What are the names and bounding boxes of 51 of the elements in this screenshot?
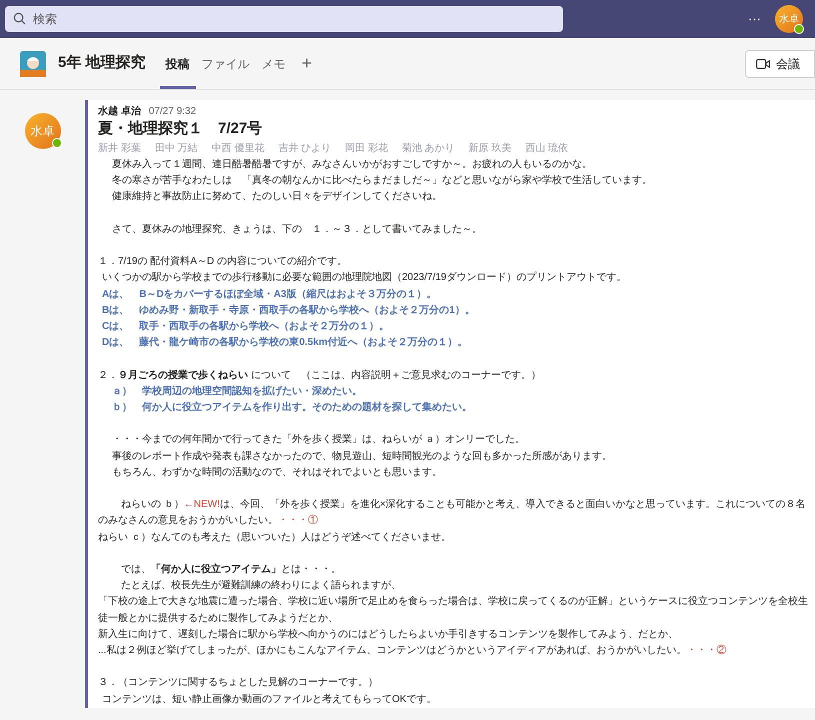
add-tab-button[interactable]: + [302,50,312,77]
video-camera-icon [756,58,770,68]
author-name: 水越 卓治 [98,104,141,119]
mention-name[interactable]: 吉井 ひより [278,140,332,156]
mention-name[interactable]: 田中 万結 [154,140,198,156]
message-line: ...私は２例ほど挙げてしまったが、ほかにもこんなアイテム、コンテンツはどうかというアイディアがあれば、おうかがいしたい。・・・② [98,644,728,658]
channel-title: 5年 地理探究 [58,53,146,74]
channel-tab[interactable]: ファイル [196,38,256,89]
message-line: 冬の寒さが苦手なわたしは 「真冬の朝なんかに比べたらまだましだ～」などと思いながら家や学校で生活しています。 [111,174,653,188]
message-line: ｂ） 何か人に役立つアイテムを作り出す。そのための題材を探して集めたい。 [111,400,473,415]
message-line: Aは、 B～Dをカバーするほぼ全域・A3版（縮尺はおよそ３万分の１）。 [101,288,438,302]
message-line: Cは、 取手・西取手の各駅から学校へ（およそ２万分の１）。 [101,320,390,334]
message-line: ａ） 学校周辺の地理空間認知を拡げたい・深めたい。 [111,384,363,399]
author-avatar[interactable]: 水卓 [24,113,60,149]
message-line: ２．９月ごろの授業で歩くねらい について （ここは、内容説明＋ご意見求むのコーナーです。） [98,368,542,383]
mention-name[interactable]: 岡田 彩花 [345,140,388,156]
search-field[interactable]: 検索 [5,6,563,32]
message-line: Bは、 ゆめみ野・新取手・寺原・西取手の各駅から学校へ（およそ２万分の1）。 [101,303,476,318]
message-line: 新入生に向けて、遅刻した場合に駅から学校へ向かうのにはどうしたらよいか手引きするコンテンツを製作してみよう、だとか、 [98,628,679,642]
message-line: では、「何か人に役立つアイテム」とは・・・。 [120,562,342,577]
message-line: 夏休み入って１週間、連日酷暑酷暑ですが、みなさんいかがおすごしですか～。お疲れの人もいるのかな。 [111,158,593,172]
message-line: ねらい ｃ）なんてのも考えた（思いついた）人はどうぞ述べてくださいませ。 [98,530,452,545]
presence-icon [794,24,804,34]
message-line: もちろん、わずかな時間の活動なので、それはそれでよいとも思います。 [111,466,443,480]
meeting-button[interactable]: 会議 [745,50,815,78]
channel-tab[interactable]: メモ [256,38,292,89]
user-avatar[interactable]: 水卓 [775,5,803,33]
message-line: コンテンツは、短い静止画像か動画のファイルと考えてもらってOKです。 [101,692,438,707]
message-line: いくつかの駅から学校までの歩行移動に必要な範囲の地理院地図（2023/7/19ダウンロード）のプリントアウトです。 [101,270,628,286]
message-line: ・・・今までの何年間かで行ってきた「外を歩く授業」は、ねらいが ａ）オンリーでした。 [111,432,526,448]
mention-name[interactable]: 中西 優里花 [212,140,264,156]
message-line: １．7/19の 配付資料A～D の内容についての紹介です。 [98,254,348,270]
more-options-button[interactable]: ··· [748,9,761,29]
post-time: 07/27 9:32 [148,105,196,119]
mention-name[interactable]: 新原 玖美 [468,140,512,156]
message-line: 「下校の途上で大きな地震に遭った場合、学校に近い場所で足止めを食らった場合は、学校に戻ってくるのが正解」というケースに役立つコンテンツを全校生徒一般とかに提供するために製作してみようだとか、 [98,594,809,626]
message-line: たとえば、校長先生が避難訓練の終わりによく語られますが、 [120,578,402,594]
presence-icon [52,138,62,148]
message-line: 健康維持と事故防止に努めて、たのしい日々をデザインしてくださいね。 [111,190,443,204]
message-line: さて、夏休みの地理探究、きょうは、下の １．～３．として書いてみました～。 [111,222,483,237]
mention-name[interactable]: 菊池 あかり [402,140,455,156]
search-icon [13,12,26,25]
mention-name[interactable]: 西山 琉依 [525,140,568,156]
message-line: Dは、 藤代・龍ケ崎市の各駅から学校の東0.5km付近へ（およそ２万分の１）。 [101,335,469,350]
message-line: ３．（コンテンツに関するちょとした見解のコーナーです。） [98,676,379,690]
team-avatar-drawing [20,50,46,76]
mention-name[interactable]: 新井 彩葉 [98,140,141,156]
message-line: ねらいの ｂ）←NEW!は、今回、「外を歩く授業」を進化×深化することも可能かと考え、導入できると面白いかなと思っています。これについての８名のみなさんの意見をおうかがいしたい。・・・① [98,498,807,528]
post-title: 夏・地理探究１ 7/27号 [98,119,264,139]
message-line: 事後のレポート作成や発表も課さなかったので、物見遊山、短時間観光のような回も多かった所感があります。 [111,450,613,464]
channel-tab[interactable]: 投稿 [160,38,196,89]
